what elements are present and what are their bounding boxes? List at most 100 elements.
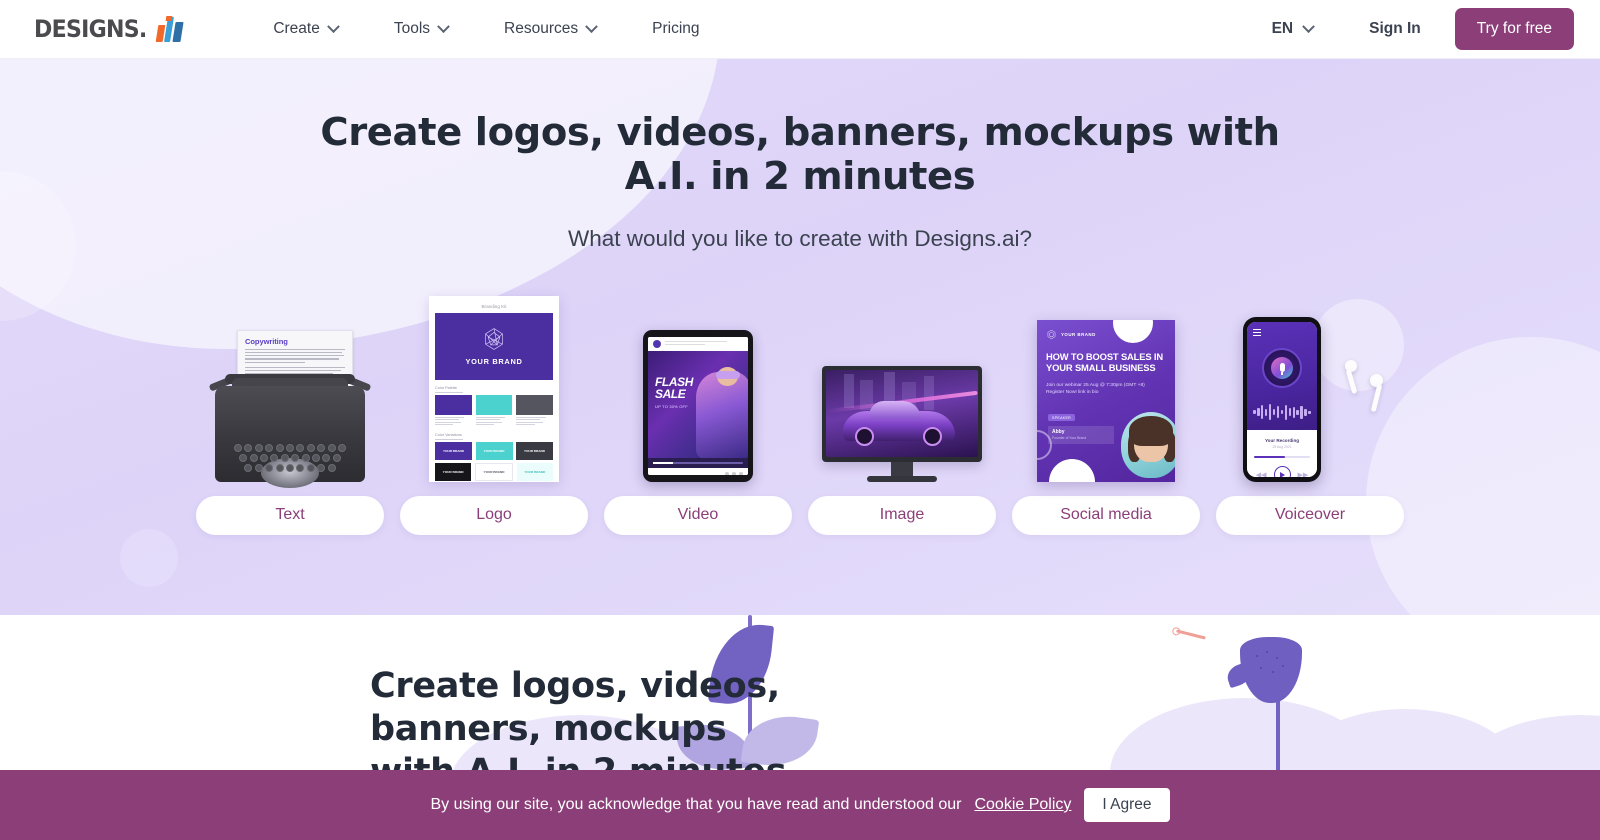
social-post-illustration: YOUR BRAND HOW TO BOOST SALES IN YOUR SM…	[1012, 290, 1200, 482]
create-card-label[interactable]: Social media	[1012, 495, 1200, 535]
speaker-role: Founder of Your Brand	[1052, 436, 1087, 441]
color-variations-row-2: YOUR BRAND YOUR BRAND YOUR BRAND	[435, 463, 553, 482]
create-card-voiceover[interactable]: Your Recording 25 Aug 2021 ◀◀ ▶▶ Voiceov…	[1216, 290, 1404, 535]
nav-item-create[interactable]: Create	[245, 0, 366, 59]
create-card-video[interactable]: FLASH SALE UP TO 30% OFF Video	[604, 290, 792, 535]
variation-tile: YOUR BRAND	[435, 463, 472, 482]
create-options-row: Copywriting Text Branding Kit YOUR BRAND…	[0, 290, 1600, 535]
flash-headline-2: SALE	[655, 386, 686, 401]
primary-nav-links: Create Tools Resources Pricing	[245, 0, 727, 59]
recording-title: Your Recording	[1264, 437, 1300, 443]
language-label: EN	[1271, 20, 1294, 37]
create-card-social-media[interactable]: YOUR BRAND HOW TO BOOST SALES IN YOUR SM…	[1012, 290, 1200, 535]
cookie-consent-bar: By using our site, you acknowledge that …	[0, 770, 1600, 840]
tablet-app-bar	[648, 336, 748, 351]
palette-swatch	[475, 394, 513, 427]
variation-tile: YOUR BRAND	[435, 441, 472, 460]
top-navigation-bar: DESIGNS. Create Tools Resources Pricing	[0, 0, 1600, 59]
variation-tile: YOUR BRAND	[475, 441, 513, 460]
variations-section-label: Color Variations	[435, 432, 462, 437]
monitor-illustration	[808, 290, 996, 482]
car-scene-image	[826, 369, 978, 457]
tablet-footer-dots	[648, 467, 748, 475]
create-card-image[interactable]: Image	[808, 290, 996, 535]
nav-item-label: Pricing	[652, 20, 700, 37]
chevron-down-icon	[326, 19, 340, 33]
monitor-base	[867, 475, 937, 482]
recording-date: 25 Aug 2021	[1272, 444, 1292, 449]
color-variations-row-1: YOUR BRAND YOUR BRAND YOUR BRAND	[435, 441, 553, 460]
cookie-agree-button[interactable]: I Agree	[1084, 788, 1170, 822]
video-frame: FLASH SALE UP TO 30% OFF	[648, 350, 748, 458]
waveform	[1253, 404, 1311, 421]
polygon-logo-icon	[485, 328, 503, 351]
nav-item-label: Create	[273, 20, 320, 37]
copywriting-heading: Copywriting	[245, 336, 288, 346]
vr-headset	[716, 370, 740, 379]
polygon-logo-icon	[1047, 329, 1056, 339]
cookie-policy-link[interactable]: Cookie Policy	[974, 796, 1071, 814]
recorder-visual	[1247, 321, 1317, 430]
nav-item-tools[interactable]: Tools	[366, 0, 476, 59]
post-brand-row: YOUR BRAND	[1046, 329, 1096, 340]
decorative-circle	[120, 529, 178, 587]
brand-name-text: YOUR BRAND	[465, 357, 523, 367]
branding-kit-illustration: Branding Kit YOUR BRAND Color Palette Co…	[400, 290, 588, 482]
playback-progress[interactable]	[1254, 455, 1310, 459]
site-logo[interactable]: DESIGNS.	[34, 0, 187, 59]
features-content: Create logos, videos, banners, mockups w…	[130, 615, 1470, 794]
brand-hero-panel: YOUR BRAND	[435, 312, 553, 380]
playback-controls: ◀◀ ▶▶	[1254, 466, 1310, 477]
menu-icon[interactable]	[1253, 328, 1261, 338]
sign-in-label: Sign In	[1369, 20, 1421, 37]
nav-item-resources[interactable]: Resources	[476, 0, 624, 59]
post-brand-name: YOUR BRAND	[1061, 331, 1096, 337]
ai-logo-mark-icon	[155, 16, 187, 42]
flash-subline: UP TO 30% OFF	[655, 404, 688, 410]
sign-in-link[interactable]: Sign In	[1335, 0, 1455, 59]
nav-item-pricing[interactable]: Pricing	[624, 0, 727, 59]
create-card-label[interactable]: Image	[808, 495, 996, 535]
earbud-stem	[1370, 383, 1383, 412]
nav-item-label: Tools	[393, 20, 431, 37]
flash-sale-text-block: FLASH SALE UP TO 30% OFF	[655, 376, 693, 410]
speaker-name: Abby	[1052, 429, 1065, 436]
hero-content: Create logos, videos, banners, mockups w…	[0, 59, 1600, 252]
typewriter-body	[215, 385, 365, 488]
video-progress-bar[interactable]	[648, 457, 748, 468]
palette-swatch	[516, 394, 554, 427]
palette-swatch	[435, 394, 472, 427]
speaker-headshot	[1121, 411, 1175, 478]
typewriter-keys	[227, 443, 353, 475]
variation-tile: YOUR BRAND	[474, 463, 514, 482]
language-selector[interactable]: EN	[1250, 0, 1336, 59]
try-for-free-button[interactable]: Try for free	[1454, 8, 1574, 50]
nav-right-group: EN Sign In Try for free	[1250, 0, 1600, 59]
chevron-down-icon	[585, 19, 599, 33]
avatar	[653, 339, 661, 348]
recording-info-panel: Your Recording 25 Aug 2021 ◀◀ ▶▶	[1247, 429, 1317, 477]
rewind-icon[interactable]: ◀◀	[1256, 471, 1267, 477]
record-disc	[1262, 347, 1302, 388]
create-card-logo[interactable]: Branding Kit YOUR BRAND Color Palette Co…	[400, 290, 588, 535]
variation-tile: YOUR BRAND	[516, 441, 553, 460]
voiceover-illustration: Your Recording 25 Aug 2021 ◀◀ ▶▶	[1216, 290, 1404, 482]
earbud-stem	[1346, 368, 1358, 394]
typewriter-illustration: Copywriting	[196, 290, 384, 488]
post-body-text: Join our webinar 25 Aug @ 7:30pm (GMT +8…	[1046, 382, 1145, 395]
create-card-label[interactable]: Video	[604, 495, 792, 535]
create-card-label[interactable]: Logo	[400, 495, 588, 535]
create-card-label[interactable]: Voiceover	[1216, 495, 1404, 535]
create-card-text[interactable]: Copywriting Text	[196, 290, 384, 535]
color-palette-row	[435, 394, 554, 427]
create-card-label[interactable]: Text	[196, 495, 384, 535]
variation-tile: YOUR BRAND	[516, 463, 553, 482]
logo-wordmark: DESIGNS.	[34, 15, 147, 43]
play-button[interactable]	[1273, 466, 1291, 477]
hero-title: Create logos, videos, banners, mockups w…	[320, 110, 1280, 199]
nav-item-label: Resources	[504, 20, 579, 37]
forward-icon[interactable]: ▶▶	[1298, 471, 1309, 477]
chevron-down-icon	[1302, 19, 1315, 33]
cookie-message: By using our site, you acknowledge that …	[430, 796, 962, 813]
chevron-down-icon	[437, 19, 450, 33]
